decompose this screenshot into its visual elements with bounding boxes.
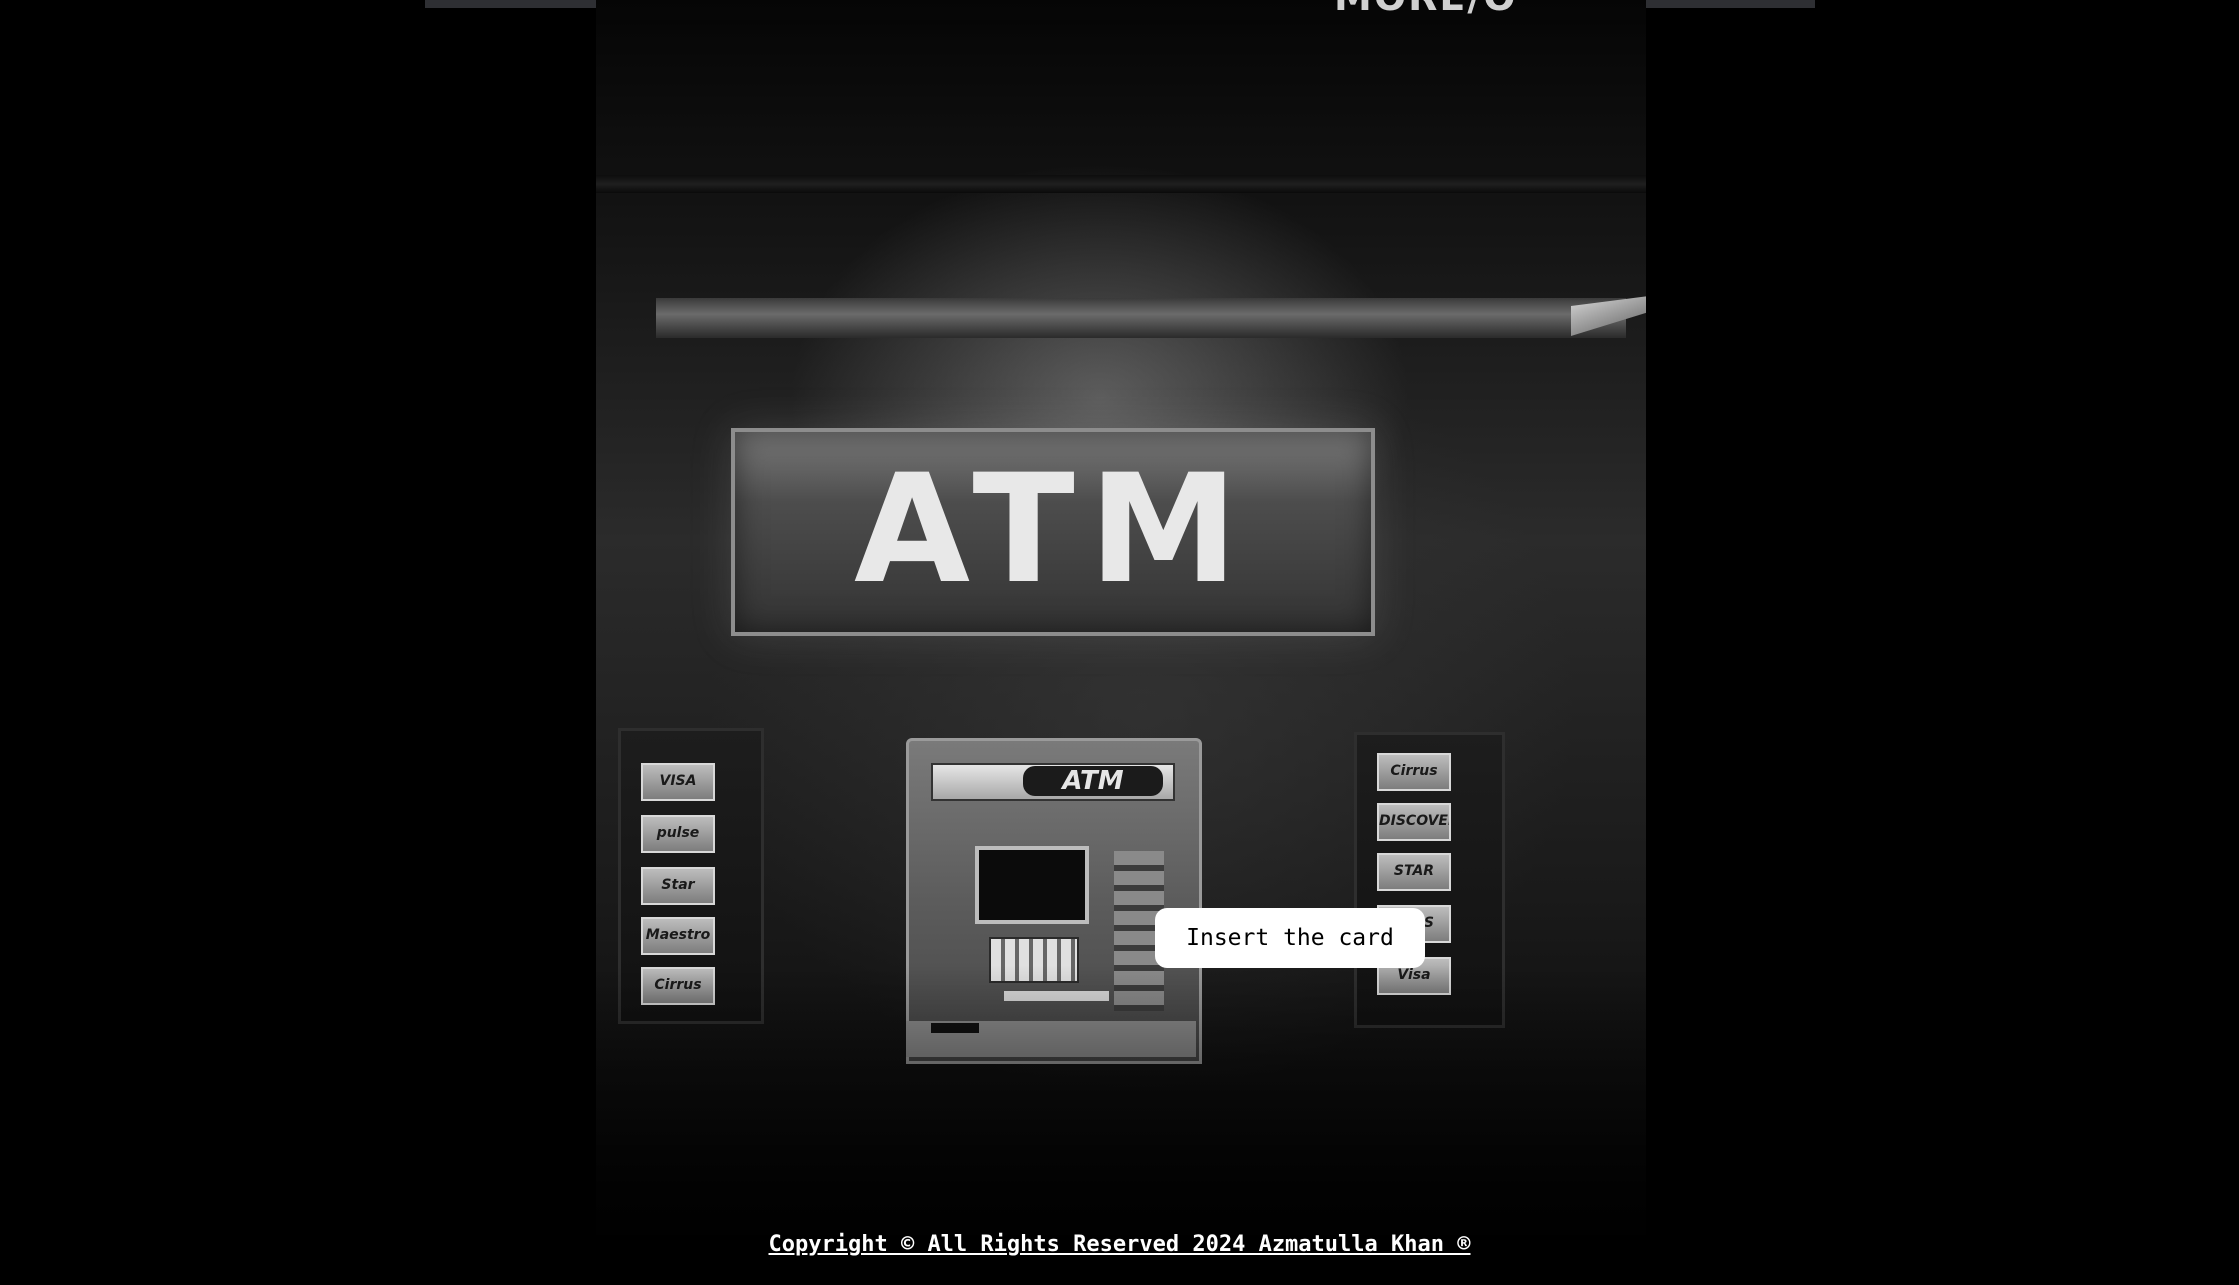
- atm-machine: ATM: [906, 738, 1202, 1064]
- atm-sign-text: ATM: [853, 443, 1253, 617]
- card-logo: STAR: [1377, 853, 1451, 891]
- photo-top-partial-text: MORE/O: [1334, 0, 1534, 14]
- card-logo: DISCOVER: [1377, 803, 1451, 841]
- card-logo: Maestro: [641, 917, 715, 955]
- atm-background-photo: MORE/O ATM VISA pulse Star Maestro Cirru…: [596, 0, 1646, 1285]
- card-logo: Cirrus: [1377, 753, 1451, 791]
- atm-sign: ATM: [731, 428, 1375, 636]
- card-logo: VISA: [641, 763, 715, 801]
- photo-beam: [656, 298, 1626, 338]
- card-logos-right-panel: Cirrus DISCOVER STAR PLUS Visa: [1354, 732, 1505, 1028]
- copyright-footer: Copyright © All Rights Reserved 2024 Azm…: [768, 1232, 1471, 1257]
- atm-cash-slot: [1004, 991, 1109, 1001]
- atm-sticker: [931, 1023, 979, 1033]
- atm-keypad: [989, 937, 1079, 983]
- atm-base: [906, 1021, 1196, 1057]
- atm-machine-header: ATM: [931, 763, 1175, 801]
- card-logos-left-panel: VISA pulse Star Maestro Cirrus: [618, 728, 764, 1024]
- card-logo: Star: [641, 867, 715, 905]
- photo-ledge: [596, 175, 1646, 193]
- atm-machine-header-text: ATM: [1023, 766, 1163, 796]
- atm-screen: [975, 846, 1089, 924]
- card-logo: Cirrus: [641, 967, 715, 1005]
- card-logo: pulse: [641, 815, 715, 853]
- insert-card-button[interactable]: Insert the card: [1155, 908, 1425, 968]
